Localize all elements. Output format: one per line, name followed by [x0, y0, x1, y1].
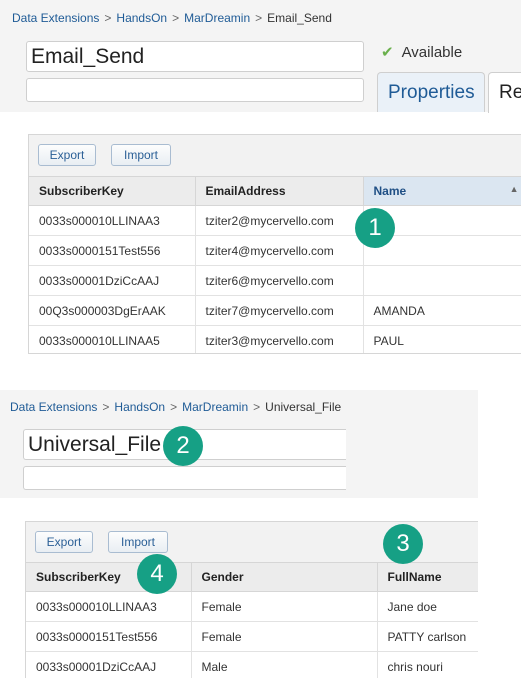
- table-header-row: SubscriberKey Gender FullName: [26, 563, 478, 592]
- breadcrumb-link-handson[interactable]: HandsOn: [114, 400, 165, 414]
- table-row[interactable]: 0033s0000151Test556 tziter4@mycervello.co…: [29, 235, 521, 266]
- cell-fullname: PATTY carlson: [377, 621, 478, 652]
- column-header-emailaddress[interactable]: EmailAddress: [195, 177, 364, 206]
- column-header-subscriberkey[interactable]: SubscriberKey: [29, 177, 196, 206]
- breadcrumb-separator: >: [172, 11, 180, 25]
- column-header-name[interactable]: Name ▲: [363, 177, 521, 206]
- breadcrumb-current: Universal_File: [265, 400, 342, 414]
- callout-badge-1: 1: [355, 208, 395, 248]
- status-indicator: ✔ Available: [381, 43, 462, 61]
- cell-subscriberkey: 0033s000010LLINAA3: [26, 591, 192, 622]
- breadcrumb-link-data-extensions[interactable]: Data Extensions: [10, 400, 97, 414]
- table-row[interactable]: 0033s00001DziCcAAJ tziter6@mycervello.com: [29, 265, 521, 296]
- table-row[interactable]: 0033s000010LLINAA3 Female Jane doe: [26, 591, 478, 622]
- import-button[interactable]: Import: [111, 144, 171, 166]
- bottom-breadcrumb: Data Extensions > HandsOn > MarDreamin > Unive…: [10, 400, 341, 414]
- cell-subscriberkey: 0033s0000151Test556: [26, 621, 192, 652]
- table-header-row: SubscriberKey EmailAddress Name ▲: [29, 177, 521, 206]
- cell-fullname: chris nouri: [377, 651, 478, 678]
- cell-subscriberkey: 00Q3s000003DgErAAK: [29, 295, 196, 326]
- cell-subscriberkey: 0033s000010LLINAA5: [29, 325, 196, 353]
- breadcrumb-link-mardreamin[interactable]: MarDreamin: [184, 11, 250, 25]
- cell-name: [363, 265, 521, 296]
- records-table: SubscriberKey EmailAddress Name ▲ 0033s00…: [29, 177, 521, 353]
- cell-subscriberkey: 0033s00001DziCcAAJ: [26, 651, 192, 678]
- cell-subscriberkey: 0033s0000151Test556: [29, 235, 196, 266]
- top-records-grid: Export Import SubscriberKey EmailAddress…: [28, 134, 521, 354]
- callout-badge-3: 3: [383, 524, 423, 564]
- records-table: SubscriberKey Gender FullName 0033s00001…: [26, 563, 478, 678]
- cell-subscriberkey: 0033s00001DziCcAAJ: [29, 265, 196, 296]
- check-icon: ✔: [381, 44, 394, 61]
- tab-properties[interactable]: Properties: [377, 72, 485, 112]
- column-header-label: Name: [373, 184, 407, 198]
- status-label: Available: [401, 44, 463, 61]
- import-button[interactable]: Import: [108, 531, 168, 553]
- breadcrumb-link-data-extensions[interactable]: Data Extensions: [12, 11, 99, 25]
- grid-toolbar: [29, 135, 521, 177]
- cell-emailaddress: tziter7@mycervello.com: [195, 295, 364, 326]
- breadcrumb-separator: >: [102, 400, 110, 414]
- cell-emailaddress: tziter4@mycervello.com: [195, 235, 364, 266]
- cell-gender: Female: [191, 621, 378, 652]
- tab-records[interactable]: Re: [488, 72, 521, 113]
- breadcrumb-link-handson[interactable]: HandsOn: [116, 11, 167, 25]
- table-row[interactable]: 0033s00001DziCcAAJ Male chris nouri: [26, 651, 478, 678]
- table-row[interactable]: 00Q3s000003DgErAAK tziter7@mycervello.com…: [29, 295, 521, 326]
- table-row[interactable]: 0033s000010LLINAA5 tziter3@mycervello.com…: [29, 325, 521, 353]
- callout-badge-2: 2: [163, 426, 203, 466]
- cell-fullname: Jane doe: [377, 591, 478, 622]
- cell-emailaddress: tziter6@mycervello.com: [195, 265, 364, 296]
- cell-gender: Male: [191, 651, 378, 678]
- name-input[interactable]: Email_Send: [26, 41, 364, 72]
- breadcrumb-link-mardreamin[interactable]: MarDreamin: [182, 400, 248, 414]
- top-breadcrumb: Data Extensions > HandsOn > MarDreamin > Email…: [12, 11, 332, 25]
- export-button[interactable]: Export: [38, 144, 96, 166]
- callout-badge-4: 4: [137, 554, 177, 594]
- cell-name: PAUL: [363, 325, 521, 353]
- table-row[interactable]: 0033s000010LLINAA3 tziter2@mycervello.com: [29, 205, 521, 236]
- breadcrumb-separator: >: [104, 11, 112, 25]
- description-input[interactable]: [26, 78, 364, 102]
- column-header-gender[interactable]: Gender: [191, 563, 378, 592]
- description-input[interactable]: [23, 466, 346, 490]
- sort-ascending-icon: ▲: [509, 184, 519, 194]
- cell-gender: Female: [191, 591, 378, 622]
- breadcrumb-separator: >: [253, 400, 261, 414]
- cell-subscriberkey: 0033s000010LLINAA3: [29, 205, 196, 236]
- breadcrumb-current: Email_Send: [267, 11, 332, 25]
- column-header-fullname[interactable]: FullName: [377, 563, 478, 592]
- breadcrumb-separator: >: [170, 400, 178, 414]
- export-button[interactable]: Export: [35, 531, 93, 553]
- cell-name: AMANDA: [363, 295, 521, 326]
- cell-emailaddress: tziter2@mycervello.com: [195, 205, 364, 236]
- breadcrumb-separator: >: [255, 11, 263, 25]
- cell-emailaddress: tziter3@mycervello.com: [195, 325, 364, 353]
- table-row[interactable]: 0033s0000151Test556 Female PATTY carlson: [26, 621, 478, 652]
